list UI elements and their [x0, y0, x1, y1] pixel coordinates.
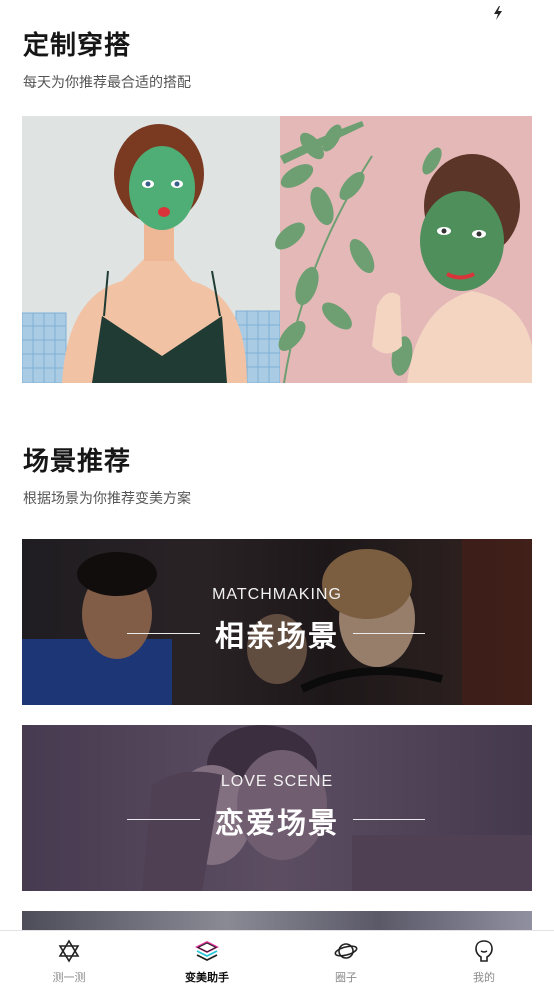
tab-beauty-assistant[interactable]: 变美助手: [152, 931, 262, 987]
star-of-david-icon: [58, 939, 80, 963]
tab-test-label: 测一测: [52, 971, 86, 984]
planet-icon: [334, 943, 358, 959]
section-title-custom-outfit: 定制穿搭: [23, 31, 132, 61]
tab-circle[interactable]: 圈子: [291, 931, 401, 987]
outfit-illustration: [22, 116, 532, 383]
tab-mine-label: 我的: [473, 971, 495, 984]
banner-matchmaking[interactable]: MATCHMAKING 相亲场景: [22, 539, 532, 705]
section-title-scene: 场景推荐: [23, 447, 132, 477]
section-subtitle-scene: 根据场景为你推荐变美方案: [23, 491, 191, 507]
bottom-tab-bar: 测一测 变美助手 圈子 我的: [0, 930, 554, 986]
banner-love-scene[interactable]: LOVE SCENE 恋爱场景: [22, 725, 532, 891]
tab-mine[interactable]: 我的: [429, 931, 539, 987]
banner-love-scene-cn: 恋爱场景: [214, 806, 339, 840]
status-bar: [0, 0, 554, 22]
tab-beauty-assistant-label: 变美助手: [185, 971, 229, 984]
face-icon: [475, 940, 493, 962]
section-subtitle-custom-outfit: 每天为你推荐最合适的搭配: [23, 75, 191, 91]
tab-test[interactable]: 测一测: [14, 931, 124, 987]
tab-circle-label: 圈子: [335, 971, 357, 984]
banner-matchmaking-cn: 相亲场景: [214, 619, 339, 653]
banner-matchmaking-en: MATCHMAKING: [212, 586, 342, 603]
banner-next-partial[interactable]: [22, 911, 532, 931]
outfit-illustration-card[interactable]: [22, 116, 532, 383]
banner-love-scene-en: LOVE SCENE: [220, 773, 334, 790]
layers-icon: [195, 940, 219, 962]
flash-icon: [494, 6, 502, 20]
